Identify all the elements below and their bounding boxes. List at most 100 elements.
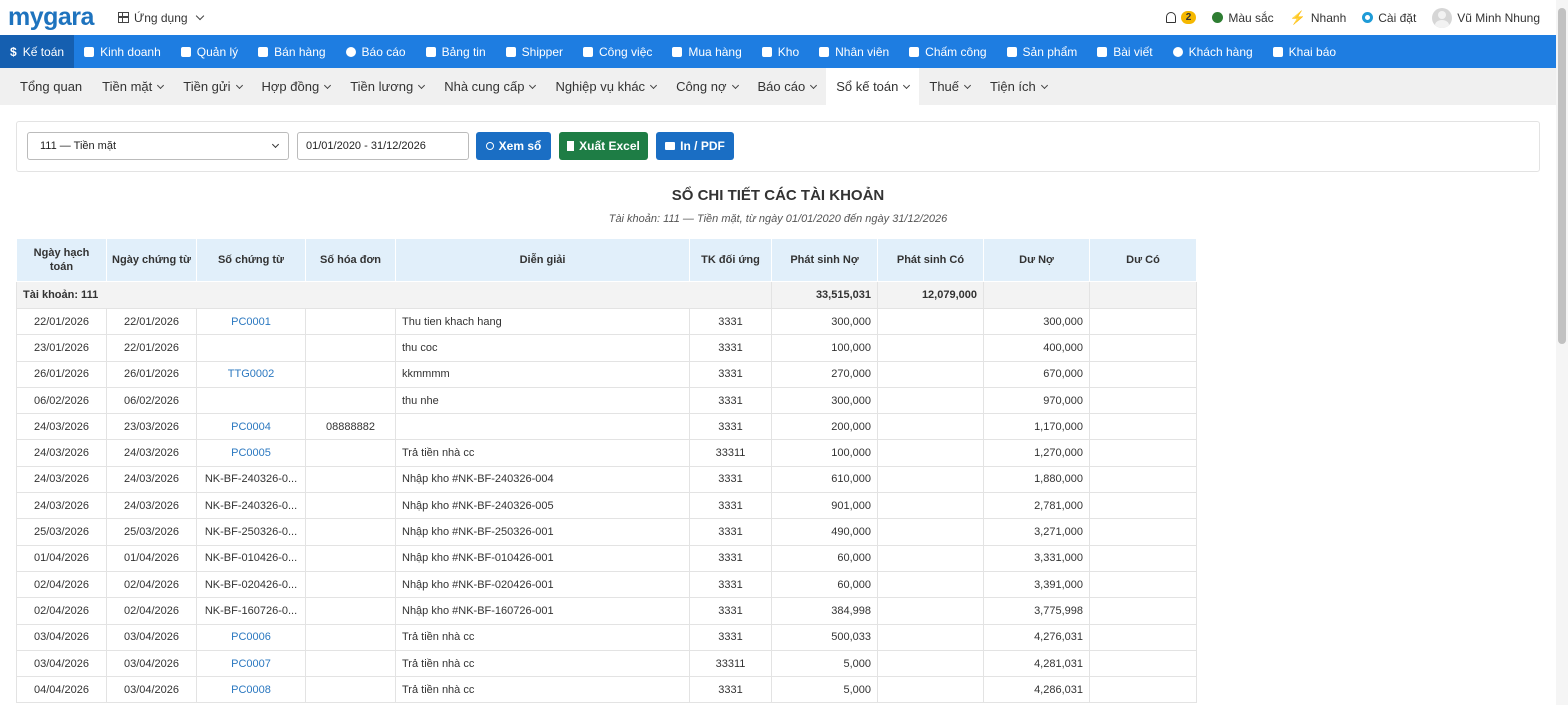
column-header[interactable]: Số hóa đơn	[305, 238, 396, 282]
doc-date-cell: 03/04/2026	[106, 624, 197, 651]
notifications-button[interactable]: 2	[1165, 11, 1197, 24]
balance-debit-cell: 400,000	[983, 334, 1090, 362]
color-theme-button[interactable]: Màu sắc	[1212, 11, 1274, 25]
main-nav-item[interactable]: Sản phẩm	[997, 35, 1088, 68]
sub-nav-item[interactable]: Nghiệp vụ khác	[545, 68, 666, 105]
column-header[interactable]: Phát sinh Có	[877, 238, 984, 282]
main-nav-label: Sản phẩm	[1022, 44, 1078, 59]
column-header[interactable]: Số chứng từ	[196, 238, 306, 282]
sub-nav-item[interactable]: Tiền gửi	[173, 68, 251, 105]
quick-button[interactable]: ⚡ Nhanh	[1290, 10, 1347, 26]
summary-label: Tài khoản: 111	[16, 281, 772, 309]
column-header[interactable]: Dư Nợ	[983, 238, 1090, 282]
main-nav-item[interactable]: Khách hàng	[1163, 35, 1263, 68]
main-nav-item[interactable]: Mua hàng	[662, 35, 751, 68]
sub-nav-item[interactable]: Hợp đồng	[252, 68, 341, 105]
main-nav-item[interactable]: Nhân viên	[809, 35, 899, 68]
contra-account-cell: 3331	[689, 308, 772, 336]
table-row: 04/04/2026 03/04/2026 PC0008 Trả tiền nhà c…	[16, 676, 1197, 704]
column-header[interactable]: Ngày hạch toán	[16, 238, 107, 282]
chevron-down-icon	[195, 11, 204, 21]
main-nav-item[interactable]: Khai báo	[1263, 35, 1346, 68]
account-select[interactable]: 111 — Tiền mặt	[27, 132, 289, 160]
main-nav-item[interactable]: Báo cáo	[336, 35, 416, 68]
main-nav-item[interactable]: Kho	[752, 35, 809, 68]
main-nav-item[interactable]: Shipper	[496, 35, 573, 68]
post-date-cell: 03/04/2026	[16, 624, 107, 651]
balance-credit-cell	[1089, 413, 1197, 441]
report-title: SỔ CHI TIẾT CÁC TÀI KHOẢN	[671, 187, 885, 204]
sub-nav-item[interactable]: Nhà cung cấp	[434, 68, 545, 105]
doc-number-cell[interactable]: PC0004	[196, 413, 306, 441]
main-nav-label: Bán hàng	[274, 44, 326, 59]
sub-nav-label: Tổng quan	[20, 79, 83, 94]
main-nav-item[interactable]: Chấm công	[899, 35, 996, 68]
main-nav-label: Báo cáo	[361, 44, 406, 59]
avatar	[1432, 7, 1453, 28]
main-nav-item[interactable]: Bán hàng	[248, 35, 335, 68]
sub-nav-item[interactable]: Sổ kế toán	[826, 68, 920, 105]
post-date-cell: 24/03/2026	[16, 413, 107, 441]
scrollbar-thumb[interactable]	[1558, 8, 1566, 344]
pdf-button-label: In / PDF	[680, 139, 725, 153]
column-header[interactable]: TK đối ứng	[689, 238, 772, 282]
main-nav-item[interactable]: Công việc	[573, 35, 662, 68]
date-range-input[interactable]: 01/01/2020 - 31/12/2026	[297, 132, 469, 160]
apps-menu[interactable]: Ứng dụng	[117, 11, 204, 25]
sub-nav-item[interactable]: Tiền lương	[340, 68, 434, 105]
export-excel-button[interactable]: Xuất Excel	[559, 132, 648, 160]
bolt-icon: ⚡	[1289, 9, 1306, 25]
main-nav-item[interactable]: Kinh doanh	[74, 35, 171, 68]
doc-number-cell[interactable]: PC0008	[196, 676, 306, 704]
report-subtitle: Tài khoản: 111 — Tiền mặt, từ ngày 01/01…	[608, 213, 948, 225]
description-cell: thu nhe	[395, 387, 690, 415]
user-name: Vũ Minh Nhung	[1457, 10, 1540, 25]
main-nav-item[interactable]: Bảng tin	[416, 35, 496, 68]
main-nav-item[interactable]: Bài viết	[1087, 35, 1162, 68]
credit-cell	[877, 466, 984, 494]
post-date-cell: 24/03/2026	[16, 439, 107, 467]
main-nav: $ Kế toán Kinh doanh Quản lý Bán hàng Báo cáo…	[0, 35, 1556, 68]
cart-icon	[258, 46, 269, 57]
sub-nav-item[interactable]: Tiền mặt	[92, 68, 173, 105]
palette-icon	[1212, 12, 1224, 23]
sub-nav-item[interactable]: Công nợ	[666, 68, 747, 105]
grid-icon	[117, 12, 129, 23]
doc-number-cell[interactable]: PC0007	[196, 650, 306, 678]
post-date-cell: 02/04/2026	[16, 571, 107, 599]
sub-nav-item[interactable]: Báo cáo	[748, 68, 827, 105]
debit-cell: 610,000	[771, 466, 878, 494]
balance-credit-cell	[1089, 545, 1197, 572]
page-scrollbar[interactable]	[1556, 0, 1568, 705]
view-ledger-button[interactable]: Xem sổ	[476, 132, 551, 160]
column-header[interactable]: Diễn giải	[395, 238, 690, 282]
sub-nav-item[interactable]: Thuế	[919, 68, 980, 105]
doc-number-cell[interactable]: TTG0002	[196, 361, 306, 388]
main-nav-label: Kinh doanh	[100, 44, 161, 59]
sub-nav-item[interactable]: Tiện ích	[980, 68, 1057, 105]
column-header[interactable]: Ngày chứng từ	[106, 238, 197, 282]
settings-button[interactable]: Cài đặt	[1362, 11, 1416, 25]
warehouse-icon	[761, 46, 772, 57]
column-header[interactable]: Dư Có	[1089, 238, 1197, 282]
doc-number-cell[interactable]: PC0001	[196, 308, 306, 336]
doc-number-cell	[196, 334, 306, 362]
main-nav-item[interactable]: $ Kế toán	[0, 35, 75, 68]
sub-nav-item[interactable]: Tổng quan	[10, 68, 92, 105]
column-header[interactable]: Phát sinh Nợ	[771, 238, 878, 282]
contra-account-cell: 3331	[689, 624, 772, 651]
post-date-cell: 25/03/2026	[16, 518, 107, 546]
mygara-logo[interactable]: mygara	[8, 5, 94, 30]
contra-account-cell: 3331	[689, 413, 772, 441]
description-cell: Trả tiền nhà cc	[395, 624, 690, 651]
table-row: 24/03/2026 24/03/2026 NK-BF-240326-0... Nhậ…	[16, 466, 1197, 494]
print-pdf-button[interactable]: In / PDF	[656, 132, 734, 160]
user-menu[interactable]: Vũ Minh Nhung	[1432, 7, 1540, 28]
sub-nav-label: Thuế	[929, 79, 960, 94]
doc-number-cell: NK-BF-160726-0...	[196, 597, 306, 625]
user-icon	[819, 46, 830, 57]
doc-number-cell[interactable]: PC0005	[196, 439, 306, 467]
main-nav-item[interactable]: Quản lý	[171, 35, 248, 68]
balance-credit-cell	[1089, 466, 1197, 494]
doc-number-cell[interactable]: PC0006	[196, 624, 306, 651]
